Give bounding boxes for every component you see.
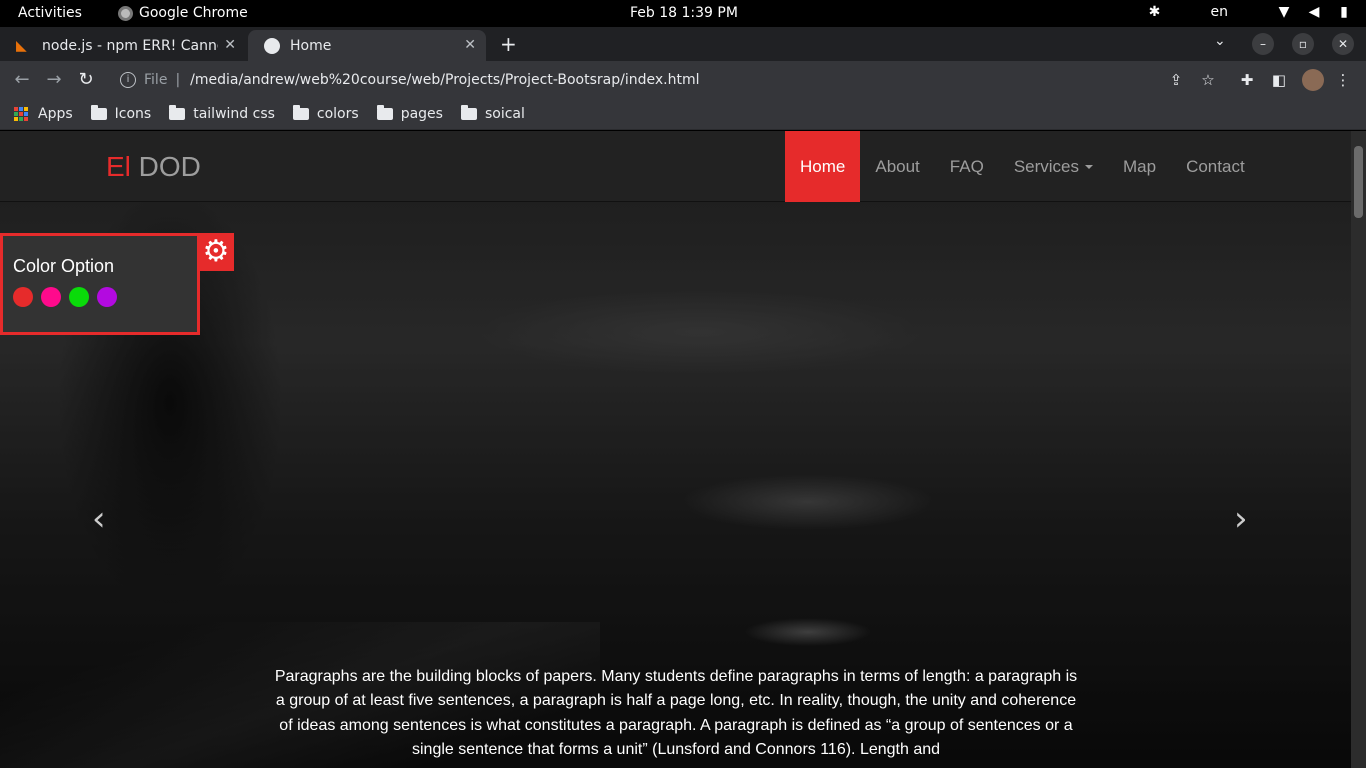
folder-icon <box>292 104 309 120</box>
share-icon[interactable]: ⇪ <box>1167 71 1185 89</box>
system-tray[interactable]: ✱ en ▼ ◀ ▮ <box>1147 4 1353 20</box>
site-brand[interactable]: El DOD <box>106 151 201 183</box>
more-menu-icon[interactable]: ⋮ <box>1334 71 1352 89</box>
scrollbar-thumb[interactable] <box>1354 146 1363 218</box>
carousel-prev-button[interactable]: ‹ <box>92 499 106 539</box>
app-menu[interactable]: Google Chrome <box>118 5 248 21</box>
site-navbar: El DOD Home About FAQ Services Map Conta… <box>0 131 1351 202</box>
caret-down-icon <box>1085 164 1093 169</box>
new-tab-button[interactable]: + <box>500 32 517 56</box>
close-window-button[interactable]: ✕ <box>1332 33 1354 55</box>
language-indicator[interactable]: en <box>1211 4 1229 20</box>
page-viewport: El DOD Home About FAQ Services Map Conta… <box>0 131 1351 768</box>
info-icon[interactable]: i <box>120 72 136 88</box>
forward-button[interactable]: → <box>43 69 65 90</box>
bookmark-star-icon[interactable]: ☆ <box>1199 71 1217 89</box>
folder-icon <box>169 104 186 120</box>
bookmark-pages[interactable]: pages <box>376 104 443 122</box>
bookmark-label: Apps <box>38 105 73 122</box>
address-url[interactable]: /media/andrew/web%20course/web/Projects/… <box>190 72 699 88</box>
carousel-caption: Paragraphs are the building blocks of pa… <box>274 668 1078 758</box>
color-option-title: Color Option <box>13 256 115 276</box>
swatch-green[interactable] <box>69 287 89 307</box>
color-swatches <box>13 287 117 307</box>
reload-button[interactable]: ↻ <box>75 69 97 90</box>
bookmark-label: colors <box>316 105 359 122</box>
clock[interactable]: Feb 18 1:39 PM <box>630 5 738 21</box>
bookmark-tailwind[interactable]: tailwind css <box>169 104 275 122</box>
stackoverflow-icon: ◣ <box>16 37 27 54</box>
tab-home[interactable]: Home ✕ <box>248 30 486 61</box>
slack-icon[interactable]: ✱ <box>1147 4 1163 20</box>
bookmark-label: soical <box>484 105 525 122</box>
address-scheme: File <box>144 72 168 88</box>
globe-icon <box>264 37 280 54</box>
bookmark-label: pages <box>400 105 443 122</box>
nav-about[interactable]: About <box>860 131 934 202</box>
tab-npm-error[interactable]: ◣ node.js - npm ERR! Cannot ✕ <box>0 30 246 61</box>
tab-strip: ◣ node.js - npm ERR! Cannot ✕ Home ✕ + ⌄… <box>0 27 1366 61</box>
nav-faq[interactable]: FAQ <box>935 131 999 202</box>
close-icon[interactable]: ✕ <box>224 37 236 53</box>
browser-toolbar: ← → ↻ i File | /media/andrew/web%20cours… <box>0 61 1366 98</box>
extensions-icon[interactable]: ✚ <box>1238 71 1256 89</box>
bookmark-icons[interactable]: Icons <box>90 104 152 122</box>
battery-icon[interactable]: ▮ <box>1336 4 1352 20</box>
carousel-next-button[interactable]: › <box>1234 499 1248 539</box>
folder-icon <box>90 104 107 120</box>
nav-services[interactable]: Services <box>999 131 1108 202</box>
folder-icon <box>460 104 477 120</box>
back-button[interactable]: ← <box>11 69 33 90</box>
side-panel-icon[interactable]: ◧ <box>1270 71 1288 89</box>
bookmark-colors[interactable]: colors <box>292 104 359 122</box>
apps-grid-icon <box>14 106 28 121</box>
swatch-pink[interactable] <box>41 287 61 307</box>
address-separator: | <box>175 72 181 88</box>
brand-rest: DOD <box>130 151 201 182</box>
close-icon[interactable]: ✕ <box>464 37 476 53</box>
brand-accent: El <box>106 151 131 182</box>
wifi-icon[interactable]: ▼ <box>1276 4 1292 20</box>
bookmark-apps[interactable]: Apps <box>14 106 73 122</box>
bookmarks-bar: Apps Icons tailwind css colors pages soi… <box>0 98 1366 130</box>
profile-avatar[interactable] <box>1302 69 1324 91</box>
os-top-bar: Activities Google Chrome Feb 18 1:39 PM … <box>0 0 1366 27</box>
activities-button[interactable]: Activities <box>18 5 82 21</box>
folder-icon <box>376 104 393 120</box>
nav-contact[interactable]: Contact <box>1171 131 1260 202</box>
bookmark-soical[interactable]: soical <box>460 104 525 122</box>
tab-search-icon[interactable]: ⌄ <box>1214 33 1226 49</box>
nav-home[interactable]: Home <box>785 131 861 202</box>
address-bar[interactable]: i File | /media/andrew/web%20course/web/… <box>108 65 1228 95</box>
app-name: Google Chrome <box>139 5 248 21</box>
color-option-panel: Color Option <box>0 233 200 335</box>
swatch-purple[interactable] <box>97 287 117 307</box>
tab-title: Home <box>290 37 332 54</box>
maximize-button[interactable]: ▫ <box>1292 33 1314 55</box>
nav-services-label: Services <box>1013 156 1079 176</box>
chrome-icon <box>118 5 133 21</box>
tab-title: node.js - npm ERR! Cannot <box>42 37 218 54</box>
volume-icon[interactable]: ◀ <box>1306 4 1322 20</box>
page-scrollbar[interactable] <box>1351 131 1366 768</box>
gear-icon[interactable]: ⚙ <box>198 233 234 271</box>
minimize-button[interactable]: – <box>1252 33 1274 55</box>
nav-map[interactable]: Map <box>1108 131 1171 202</box>
site-menu: Home About FAQ Services Map Contact <box>785 131 1260 202</box>
bookmark-label: tailwind css <box>193 105 275 122</box>
bookmark-label: Icons <box>114 105 152 122</box>
swatch-red[interactable] <box>13 287 33 307</box>
